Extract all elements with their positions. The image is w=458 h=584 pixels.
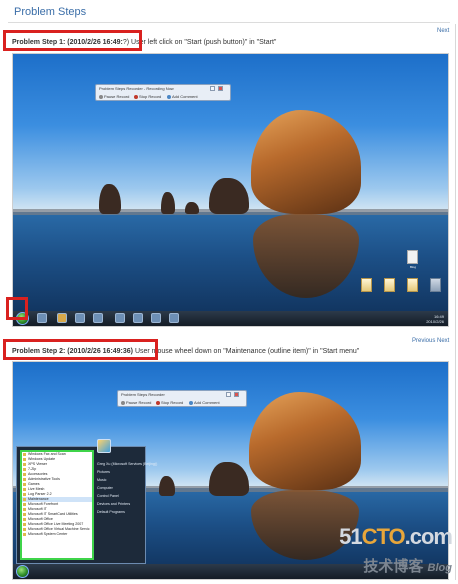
system-clock[interactable]: 16:49 2010/2/26 [426,314,444,324]
pause-record-button[interactable]: Pause Record [121,400,151,405]
watermark-logo: 51CTO.com [339,524,453,550]
comment-icon [167,95,171,99]
start-menu: Windows Fax and Scan Windows Update XPS Vi… [16,439,157,564]
watermark-sub-text: 技术博客 [363,558,424,575]
step1-heading-description: ?) User left click on "Start (push butto… [122,39,277,46]
needle-rock-4 [185,202,199,214]
add-comment-label: Add Comment [172,94,198,99]
close-icon[interactable] [218,86,223,91]
desktop-icon-blog[interactable] [407,250,418,264]
minimize-icon[interactable] [210,86,215,91]
watermark-suffix: .com [404,524,453,549]
watermark-accent: CTO [361,524,406,549]
step2-previous-link[interactable]: Previous [412,338,435,344]
stop-record-button[interactable]: Stop Record [156,400,183,405]
right-divider [455,24,456,580]
stop-record-label: Stop Record [139,94,162,99]
sea [13,211,448,326]
stop-icon [156,401,160,405]
start-menu-right-item[interactable]: Devices and Printers [97,500,142,508]
program-item[interactable]: Microsoft System Center [22,532,92,537]
pause-record-label: Pause Record [104,94,130,99]
start-menu-right-item[interactable]: Pictures [97,468,142,476]
pause-icon [121,401,125,405]
taskbar-explorer-icon[interactable] [57,313,67,323]
desktop-icon-blog-label: Blog [410,265,417,269]
watermark-blog: Blog [427,562,452,574]
taskbar-media-icon[interactable] [75,313,85,323]
stop-record-label: Stop Record [161,400,184,405]
minimize-icon[interactable] [226,392,231,397]
start-button[interactable] [16,312,29,325]
add-comment-button[interactable]: Add Comment [189,400,220,405]
taskbar-app-icon[interactable] [151,313,161,323]
step2-nav: Previous Next [412,338,449,344]
watermark-prefix: 51 [339,524,363,549]
pause-record-button[interactable]: Pause Record [99,94,129,99]
taskbar-app-icon[interactable] [169,313,179,323]
recorder-toolbar: Problem Steps Recorder Pause Record Stop… [117,390,247,407]
step1-next-link[interactable]: Next [437,28,449,34]
desktop-icon[interactable] [430,278,441,292]
pause-record-label: Pause Record [126,400,152,405]
taskbar-ie-icon[interactable] [37,313,47,323]
start-menu-right-item[interactable]: Control Panel [97,492,142,500]
page-title: Problem Steps [14,6,87,18]
stop-record-button[interactable]: Stop Record [134,94,161,99]
step2-next-link[interactable]: Next [437,338,449,344]
taskbar-app-icon[interactable] [115,313,125,323]
step2-heading: Problem Step 2: (2010/2/26 16:49:36) Use… [12,348,359,355]
clock-date: 2010/2/26 [426,319,444,324]
step2-heading-description: User mouse wheel down on "Maintenance (o… [133,348,360,355]
desktop-icon[interactable] [407,278,418,292]
add-comment-button[interactable]: Add Comment [167,94,198,99]
recorder-title: Problem Steps Recorder - Recording Now [99,86,174,91]
close-icon[interactable] [234,392,239,397]
needle-rock-1 [159,476,175,496]
start-menu-right-item[interactable]: Computer [97,484,142,492]
comment-icon [189,401,193,405]
step1-heading: Problem Step 1: (2010/2/26 16:49:?) User… [12,39,276,46]
step2-heading-timestamp: Problem Step 2: (2010/2/26 16:49:36) [12,348,134,355]
taskbar: 16:49 2010/2/26 [13,311,448,326]
all-programs-list[interactable]: Windows Fax and Scan Windows Update XPS Vi… [20,450,94,560]
start-menu-right-item[interactable]: Default Programs [97,508,142,516]
start-menu-right-item[interactable]: Music [97,476,142,484]
start-menu-right-pane: Greg Xu (Microsoft Services (Beijing)) Pi… [97,450,157,560]
recorder-toolbar: Problem Steps Recorder - Recording Now P… [95,84,231,101]
taskbar-app-icon[interactable] [133,313,143,323]
start-button[interactable] [16,565,29,578]
taskbar-app-icon[interactable] [93,313,103,323]
step1-screenshot: Problem Steps Recorder - Recording Now P… [12,53,449,327]
title-divider [8,22,450,23]
watermark-subtitle: 技术博客 Blog [363,555,452,576]
step1-heading-timestamp: Problem Step 1: (2010/2/26 16:49: [12,39,123,46]
recorder-title: Problem Steps Recorder [121,392,165,397]
stop-icon [134,95,138,99]
desktop-icon[interactable] [384,278,395,292]
add-comment-label: Add Comment [194,400,220,405]
pause-icon [99,95,103,99]
start-menu-right-item[interactable]: Greg Xu (Microsoft Services (Beijing)) [97,460,157,468]
desktop-icon[interactable] [361,278,372,292]
